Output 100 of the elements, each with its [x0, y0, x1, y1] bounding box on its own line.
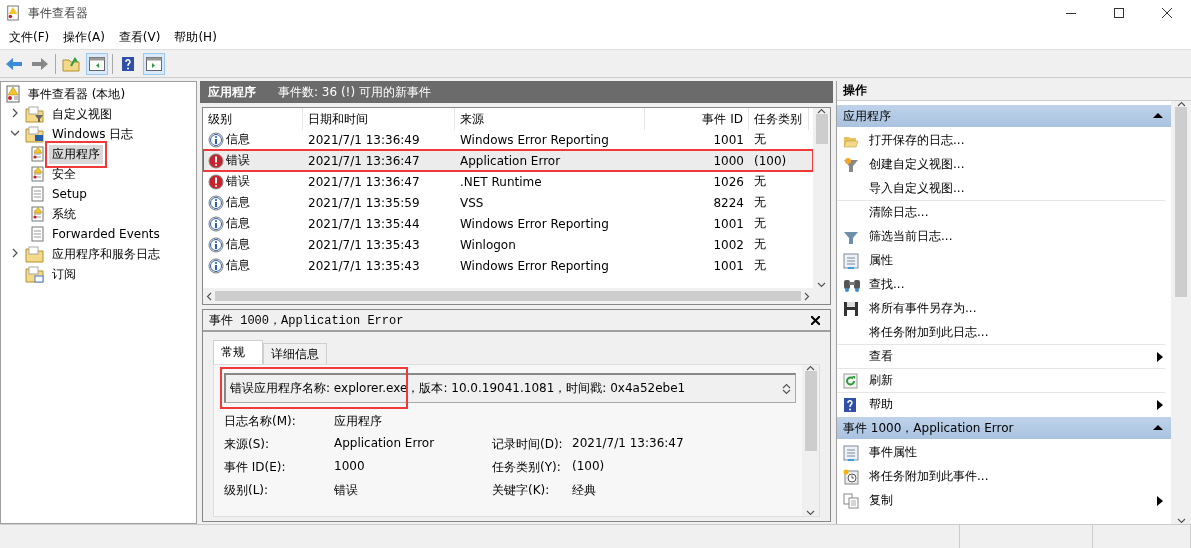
- tree-item[interactable]: Windows 日志: [49, 124, 137, 144]
- scrollbar-thumb[interactable]: [804, 371, 817, 451]
- action-item[interactable]: 清除日志...: [837, 201, 1165, 225]
- action-item[interactable]: 筛选当前日志...: [837, 225, 1165, 249]
- help-icon: [843, 396, 857, 413]
- section-header[interactable]: 事件 1000，Application Error: [837, 417, 1171, 439]
- scroll-down-icon[interactable]: [817, 282, 826, 288]
- table-row[interactable]: 信息 2021/7/1 13:35:43 Windows Error Reporting 1001 无: [203, 255, 813, 276]
- collapse-triangle-icon[interactable]: [1153, 422, 1163, 432]
- pane-left-icon: [89, 56, 105, 71]
- column-header[interactable]: 日期和时间: [303, 108, 455, 130]
- chevron-right-icon[interactable]: [10, 248, 20, 258]
- scroll-left-icon[interactable]: [206, 291, 212, 301]
- menu-item[interactable]: 帮助(H): [167, 29, 224, 46]
- submenu-arrow-icon[interactable]: [1155, 399, 1165, 410]
- table-row[interactable]: 信息 2021/7/1 13:35:59 VSS 8224 无: [203, 192, 813, 213]
- table-row[interactable]: 错误 2021/7/1 13:36:47 Application Error 1000 (100): [203, 150, 813, 171]
- vertical-scrollbar[interactable]: [802, 365, 819, 516]
- scroll-up-icon[interactable]: [1176, 101, 1186, 107]
- collapse-triangle-icon[interactable]: [1153, 110, 1163, 120]
- submenu-arrow-icon[interactable]: [1155, 495, 1165, 506]
- chevron-right-icon[interactable]: [10, 108, 20, 118]
- column-header[interactable]: 来源: [455, 108, 645, 130]
- scroll-right-icon[interactable]: [804, 291, 810, 301]
- scrollbar-thumb[interactable]: [815, 114, 828, 144]
- show-actions-button[interactable]: [143, 52, 165, 75]
- table-cell-text: 无: [753, 257, 767, 274]
- scroll-up-icon[interactable]: [806, 365, 815, 371]
- column-header[interactable]: 事件 ID: [645, 108, 749, 130]
- action-item[interactable]: 打开保存的日志...: [837, 129, 1165, 153]
- scrollbar-thumb[interactable]: [1175, 107, 1187, 297]
- tree-item[interactable]: 应用程序和服务日志: [49, 244, 163, 264]
- description-field[interactable]: 错误应用程序名称: explorer.exe，版本: 10.0.19041.1081，时间戳: 0x4a52ebe1: [224, 373, 796, 403]
- action-item[interactable]: 将所有事件另存为...: [837, 297, 1165, 321]
- event-log-icon: [5, 85, 21, 103]
- table-row[interactable]: 信息 2021/7/1 13:36:49 Windows Error Reporting 1001 无: [203, 129, 813, 150]
- menu-item[interactable]: 操作(A): [56, 29, 112, 46]
- action-item[interactable]: 复制: [837, 489, 1165, 513]
- table-cell-text: 2021/7/1 13:36:49: [307, 132, 421, 147]
- action-item[interactable]: 将任务附加到此事件...: [837, 465, 1165, 489]
- action-item[interactable]: 属性: [837, 249, 1165, 273]
- scrollbar-thumb[interactable]: [215, 291, 801, 301]
- tree-item[interactable]: 系统: [49, 204, 79, 224]
- field-label: 来源(S):: [224, 436, 271, 453]
- section-title: 事件 1000，Application Error: [843, 419, 1014, 437]
- table-cell-text: Windows Error Reporting: [459, 216, 610, 231]
- scroll-down-icon[interactable]: [1176, 518, 1186, 524]
- table-cell-text: 1026: [712, 174, 745, 189]
- action-item[interactable]: 导入自定义视图...: [837, 177, 1165, 201]
- table-cell-text: Windows Error Reporting: [459, 132, 610, 147]
- refresh-icon: [843, 372, 859, 389]
- scroll-down-icon[interactable]: [806, 510, 815, 516]
- info-icon: [208, 215, 224, 232]
- scroll-down-icon[interactable]: [782, 388, 791, 395]
- table-cell: 信息: [203, 236, 303, 253]
- table-cell-text: 无: [753, 131, 767, 148]
- vertical-scrollbar[interactable]: [813, 108, 830, 288]
- tree-item[interactable]: 订阅: [49, 264, 79, 284]
- tree-item[interactable]: 自定义视图: [49, 104, 115, 124]
- table-row[interactable]: 信息 2021/7/1 13:35:43 Winlogon 1002 无: [203, 234, 813, 255]
- action-item[interactable]: 查看: [837, 345, 1165, 369]
- back-arrow-icon: [5, 56, 23, 71]
- tree-item[interactable]: 事件查看器 (本地): [25, 84, 129, 104]
- scroll-up-icon[interactable]: [817, 108, 826, 114]
- table-cell-text: 2021/7/1 13:36:47: [307, 174, 421, 189]
- chevron-down-icon[interactable]: [10, 128, 20, 138]
- show-tree-button[interactable]: [86, 52, 108, 75]
- action-item[interactable]: 将任务附加到此日志...: [837, 321, 1165, 345]
- action-item[interactable]: 创建自定义视图...: [837, 153, 1165, 177]
- vertical-scrollbar[interactable]: [1171, 101, 1191, 524]
- table-row[interactable]: 信息 2021/7/1 13:35:44 Windows Error Reporting 1001 无: [203, 213, 813, 234]
- folder-up-icon: [62, 55, 80, 72]
- scroll-up-icon[interactable]: [782, 382, 791, 389]
- table-cell-text: 1001: [712, 216, 745, 231]
- table-row[interactable]: 错误 2021/7/1 13:36:47 .NET Runtime 1026 无: [203, 171, 813, 192]
- menu-item[interactable]: 文件(F): [2, 29, 57, 46]
- task-clock-icon: [843, 468, 859, 485]
- field-value: 应用程序: [334, 413, 383, 430]
- field-value: 2021/7/1 13:36:47: [572, 436, 685, 452]
- section-title: 应用程序: [843, 107, 891, 125]
- tab[interactable]: 详细信息: [263, 343, 327, 364]
- info-icon: [208, 236, 224, 253]
- table-cell: 信息: [203, 131, 303, 148]
- tab[interactable]: 常规: [213, 340, 263, 364]
- menu-item[interactable]: 查看(V): [111, 29, 168, 46]
- column-header[interactable]: 级别: [203, 108, 303, 130]
- tree-item[interactable]: 安全: [49, 164, 79, 184]
- section-header[interactable]: 应用程序: [837, 105, 1171, 127]
- tree-item[interactable]: Setup: [49, 186, 90, 202]
- tree-item[interactable]: Forwarded Events: [49, 226, 163, 242]
- submenu-arrow-icon[interactable]: [1155, 351, 1165, 362]
- action-item[interactable]: 帮助: [837, 393, 1165, 417]
- column-header[interactable]: 任务类别: [749, 108, 809, 130]
- horizontal-scrollbar[interactable]: [203, 288, 813, 304]
- app-icon: [6, 5, 20, 21]
- action-item[interactable]: 刷新: [837, 369, 1165, 393]
- log-warning-icon: [31, 206, 45, 222]
- action-item[interactable]: 事件属性: [837, 441, 1165, 465]
- table-cell-text: 2021/7/1 13:35:43: [307, 237, 421, 252]
- action-item[interactable]: 查找...: [837, 273, 1165, 297]
